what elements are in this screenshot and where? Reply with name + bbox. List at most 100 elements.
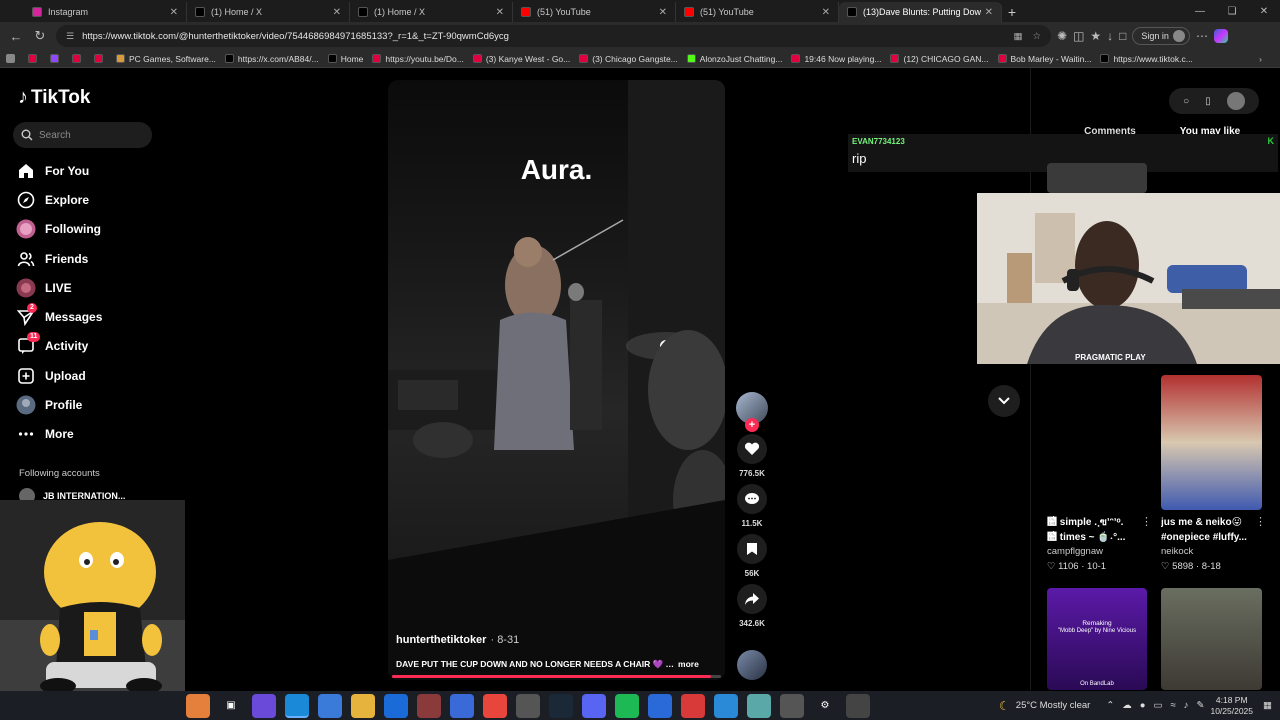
tray-cloud-icon[interactable]: ☁: [1122, 700, 1132, 711]
task-view-icon[interactable]: ▣: [219, 693, 243, 718]
clock[interactable]: 4:18 PM 10/25/2025: [1210, 695, 1253, 717]
sidebar-item-friends[interactable]: Friends: [16, 244, 166, 273]
sound-avatar[interactable]: [737, 650, 767, 680]
bookmark-item[interactable]: PC Games, Software...: [116, 54, 216, 64]
browser-tab[interactable]: (13)Dave Blunts: Putting Down the ✕: [839, 2, 1002, 22]
bookmark-item[interactable]: [72, 54, 85, 63]
scroll-down-button[interactable]: [988, 385, 1020, 417]
sidebar-item-for-you[interactable]: For You: [16, 156, 166, 185]
bookmark-item[interactable]: [94, 54, 107, 63]
suggestion-thumbnail-partial[interactable]: [1047, 163, 1147, 193]
bookmark-item[interactable]: https://x.com/AB84/...: [224, 54, 319, 64]
bookmark-item[interactable]: https://youtu.be/Do...: [372, 54, 464, 64]
settings-more-icon[interactable]: ⋯: [1196, 29, 1208, 43]
outlook-icon[interactable]: [384, 693, 408, 718]
file-explorer-icon[interactable]: [351, 693, 375, 718]
more-options-icon[interactable]: ⋮: [1141, 515, 1152, 528]
copilot-icon[interactable]: [1213, 29, 1228, 43]
weather-widget[interactable]: ☾ 25°C Mostly clear: [999, 699, 1090, 713]
refresh-icon[interactable]: ↻: [28, 24, 52, 48]
share-button[interactable]: 342.6K: [736, 584, 768, 630]
search-input[interactable]: Search: [13, 122, 152, 148]
sidebar-item-messages[interactable]: 2 Messages: [16, 302, 166, 331]
extensions-icon[interactable]: ✺: [1057, 29, 1067, 43]
suggestion-thumbnail[interactable]: [1161, 588, 1262, 690]
suggestion-card[interactable]: jus me & neiko😛 #onepiece #luffy... ⋮ ne…: [1161, 515, 1266, 572]
sidebar-item-following[interactable]: Following: [16, 215, 166, 244]
minimize-icon[interactable]: —: [1184, 0, 1216, 22]
browser-tab[interactable]: (1) Home / X ✕: [187, 2, 350, 22]
wifi-icon[interactable]: ≈: [1171, 700, 1176, 711]
bookmark-item[interactable]: [28, 54, 41, 63]
volume-icon[interactable]: ♪: [1184, 700, 1189, 711]
downloads-icon[interactable]: ↓: [1107, 29, 1113, 43]
split-screen-icon[interactable]: ◫: [1073, 29, 1084, 43]
app-icon[interactable]: [681, 693, 705, 718]
restore-icon[interactable]: ❏: [1216, 0, 1248, 22]
tab-close-icon[interactable]: ✕: [170, 7, 178, 18]
store-icon[interactable]: [318, 693, 342, 718]
bookmark-item[interactable]: https://www.tiktok.c...: [1100, 54, 1193, 64]
app-icon[interactable]: [417, 693, 441, 718]
bookmark-item[interactable]: AlonzoJust Chatting...: [686, 54, 782, 64]
notifications-icon[interactable]: ▦: [1263, 700, 1272, 711]
suggestion-thumbnail[interactable]: [1161, 375, 1262, 510]
tab-close-icon[interactable]: ✕: [496, 7, 504, 18]
bookmark-item[interactable]: (3) Kanye West - Go...: [472, 54, 570, 64]
app-icon[interactable]: [846, 693, 870, 718]
bookmark-item[interactable]: (12) CHICAGO GAN...: [890, 54, 989, 64]
favorite-star-icon[interactable]: ☆: [1032, 31, 1041, 42]
sidebar-item-upload[interactable]: Upload: [16, 361, 166, 390]
bookmark-item[interactable]: Home: [327, 54, 363, 64]
browser-tab[interactable]: Instagram ✕: [24, 2, 187, 22]
steam-icon[interactable]: [549, 693, 573, 718]
captions-icon[interactable]: ○: [1183, 96, 1189, 107]
app-icon[interactable]: [648, 693, 672, 718]
sidebar-item-explore[interactable]: Explore: [16, 185, 166, 214]
bookmark-item[interactable]: Bob Marley - Waitin...: [997, 54, 1091, 64]
back-icon[interactable]: ←: [4, 24, 28, 48]
tiktok-logo[interactable]: ♪ TikTok: [18, 86, 90, 109]
sidebar-item-live[interactable]: LIVE: [16, 273, 166, 302]
bookmark-item[interactable]: (3) Chicago Gangste...: [579, 54, 678, 64]
url-field[interactable]: ☰ https://www.tiktok.com/@hunterthetikto…: [56, 25, 1051, 47]
close-window-icon[interactable]: ✕: [1248, 0, 1280, 22]
app-icon[interactable]: [483, 693, 507, 718]
video-player[interactable]: Aura. hunterthetiktoker · 8-31 DAVE PUT T…: [388, 80, 725, 680]
start-paint-icon[interactable]: [186, 693, 210, 718]
tab-close-icon[interactable]: ✕: [822, 7, 830, 18]
sidebar-item-more[interactable]: More: [16, 420, 166, 449]
tab-close-icon[interactable]: ✕: [985, 7, 993, 18]
app-icon[interactable]: [450, 693, 474, 718]
tab-close-icon[interactable]: ✕: [659, 7, 667, 18]
caption-more-link[interactable]: more: [678, 659, 699, 669]
video-progress-bar[interactable]: [392, 675, 721, 678]
settings-icon[interactable]: ⚙: [813, 693, 837, 718]
creator-avatar[interactable]: +: [736, 392, 768, 432]
more-options-icon[interactable]: ⋮: [1255, 515, 1266, 528]
copilot-taskbar-icon[interactable]: [252, 693, 276, 718]
discord-icon[interactable]: [582, 693, 606, 718]
app-icon[interactable]: [516, 693, 540, 718]
suggestion-card[interactable]: ໚໋ simple . ฺฃʼᵔʼᵒ. ໚໋ times ~ 🍵˖°... ⋮ …: [1047, 515, 1152, 572]
favorites-icon[interactable]: ★: [1090, 29, 1101, 43]
tab-close-icon[interactable]: ✕: [333, 7, 341, 18]
browser-tab[interactable]: (51) YouTube ✕: [513, 2, 676, 22]
bookmarks-folder-icon[interactable]: [6, 54, 19, 63]
browser-tab[interactable]: (1) Home / X ✕: [350, 2, 513, 22]
app-install-icon[interactable]: ▦: [1013, 31, 1022, 42]
sidebar-item-activity[interactable]: 11 Activity: [16, 332, 166, 361]
new-tab-icon[interactable]: +: [1002, 2, 1022, 22]
comment-button[interactable]: 11.5K: [736, 484, 768, 530]
bookmark-item[interactable]: [50, 54, 63, 63]
save-button[interactable]: 56K: [736, 534, 768, 580]
site-info-icon[interactable]: ☰: [66, 31, 74, 42]
user-avatar[interactable]: [1226, 92, 1245, 110]
mic-icon[interactable]: ●: [1140, 700, 1146, 711]
video-author[interactable]: hunterthetiktoker · 8-31: [396, 634, 519, 646]
sign-in-button[interactable]: Sign in: [1132, 27, 1190, 45]
edge-browser-icon[interactable]: [285, 693, 309, 718]
battery-icon[interactable]: ▭: [1154, 700, 1163, 711]
collections-icon[interactable]: □: [1119, 29, 1126, 43]
tray-chevron-icon[interactable]: ⌃: [1106, 700, 1114, 711]
